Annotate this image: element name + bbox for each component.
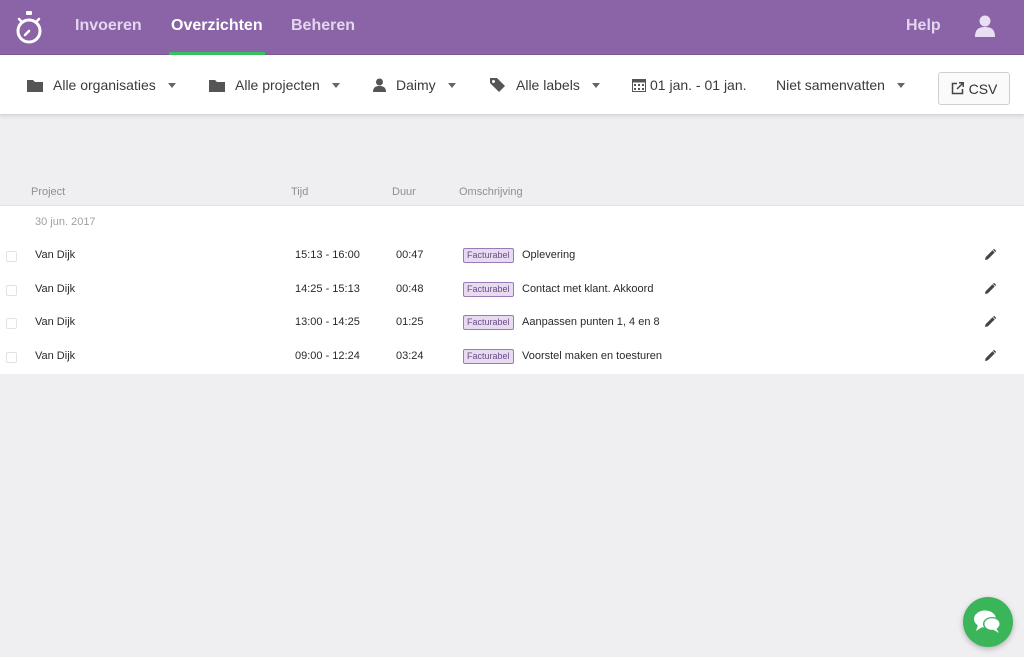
help-link[interactable]: Help — [906, 17, 941, 35]
table-row[interactable]: Van Dijk 09:00 - 12:24 03:24 Facturabel … — [0, 340, 1024, 374]
project-filter[interactable]: Alle projecten — [209, 55, 340, 115]
row-project: Van Dijk — [35, 249, 76, 261]
row-checkbox[interactable] — [6, 318, 17, 329]
chevron-down-icon — [447, 82, 456, 88]
row-time: 09:00 - 12:24 — [295, 350, 360, 362]
row-project: Van Dijk — [35, 283, 76, 295]
column-header-time[interactable]: Tijd — [291, 186, 308, 198]
row-duration: 00:47 — [396, 249, 424, 261]
summarize-label: Niet samenvatten — [776, 77, 885, 93]
user-icon[interactable] — [975, 15, 995, 37]
row-checkbox[interactable] — [6, 352, 17, 363]
row-checkbox[interactable] — [6, 285, 17, 296]
row-project: Van Dijk — [35, 316, 76, 328]
time-entries-table: 30 jun. 2017 Van Dijk 15:13 - 16:00 00:4… — [0, 205, 1024, 374]
table-row[interactable]: Van Dijk 14:25 - 15:13 00:48 Facturabel … — [0, 273, 1024, 307]
folder-icon — [209, 80, 225, 92]
chevron-down-icon — [896, 82, 905, 88]
chevron-down-icon — [331, 82, 340, 88]
external-link-icon — [951, 82, 964, 95]
label-filter-label: Alle labels — [516, 77, 580, 93]
row-time: 14:25 - 15:13 — [295, 283, 360, 295]
chat-button[interactable] — [963, 597, 1013, 647]
csv-label: CSV — [968, 80, 998, 97]
column-header-duration[interactable]: Duur — [392, 186, 416, 198]
pencil-icon[interactable] — [984, 316, 996, 328]
row-description: Aanpassen punten 1, 4 en 8 — [522, 316, 660, 328]
billable-badge: Facturabel — [463, 248, 514, 263]
chevron-down-icon — [591, 82, 600, 88]
billable-badge: Facturabel — [463, 282, 514, 297]
row-duration: 00:48 — [396, 283, 424, 295]
column-header-description[interactable]: Omschrijving — [459, 186, 523, 198]
nav-beheren-label: Beheren — [291, 17, 356, 34]
row-checkbox[interactable] — [6, 251, 17, 262]
calendar-icon — [632, 79, 646, 92]
organisation-filter[interactable]: Alle organisaties — [27, 55, 176, 115]
folder-icon — [27, 80, 43, 92]
row-duration: 03:24 — [396, 350, 424, 362]
pencil-icon[interactable] — [984, 350, 996, 362]
stopwatch-icon[interactable] — [14, 10, 44, 46]
nav-overzichten[interactable]: Overzichten — [169, 17, 265, 55]
filter-bar: Alle organisaties Alle projecten Daimy A… — [0, 55, 1024, 115]
label-filter[interactable]: Alle labels — [490, 55, 600, 115]
top-nav: Invoeren Overzichten Beheren Help — [0, 0, 1024, 55]
chat-bubbles-icon — [974, 610, 1001, 633]
tag-icon — [490, 78, 505, 92]
billable-badge: Facturabel — [463, 349, 514, 364]
organisation-filter-label: Alle organisaties — [53, 77, 156, 93]
chevron-down-icon — [167, 82, 176, 88]
csv-export-button[interactable]: CSV — [938, 72, 1010, 105]
row-time: 13:00 - 14:25 — [295, 316, 360, 328]
billable-badge: Facturabel — [463, 315, 514, 330]
nav-invoeren[interactable]: Invoeren — [75, 17, 142, 55]
date-range-label: 01 jan. - 01 jan. — [650, 77, 747, 93]
nav-beheren[interactable]: Beheren — [291, 17, 355, 55]
user-filter-label: Daimy — [396, 77, 436, 93]
person-icon — [373, 78, 386, 92]
nav-overzichten-label: Overzichten — [171, 17, 263, 34]
user-filter[interactable]: Daimy — [373, 55, 456, 115]
row-project: Van Dijk — [35, 350, 76, 362]
pencil-icon[interactable] — [984, 283, 996, 295]
table-row[interactable]: Van Dijk 13:00 - 14:25 01:25 Facturabel … — [0, 306, 1024, 340]
row-description: Contact met klant. Akkoord — [522, 283, 654, 295]
summarize-select[interactable]: Niet samenvatten — [776, 55, 905, 115]
column-header-project[interactable]: Project — [31, 186, 65, 198]
row-duration: 01:25 — [396, 316, 424, 328]
date-range-filter[interactable]: 01 jan. - 01 jan. — [632, 55, 747, 115]
pencil-icon[interactable] — [984, 249, 996, 261]
row-time: 15:13 - 16:00 — [295, 249, 360, 261]
nav-invoeren-label: Invoeren — [75, 17, 142, 34]
date-group-label: 30 jun. 2017 — [35, 216, 96, 228]
project-filter-label: Alle projecten — [235, 77, 320, 93]
table-row[interactable]: Van Dijk 15:13 - 16:00 00:47 Facturabel … — [0, 239, 1024, 273]
row-description: Oplevering — [522, 249, 576, 261]
row-description: Voorstel maken en toesturen — [522, 350, 663, 362]
